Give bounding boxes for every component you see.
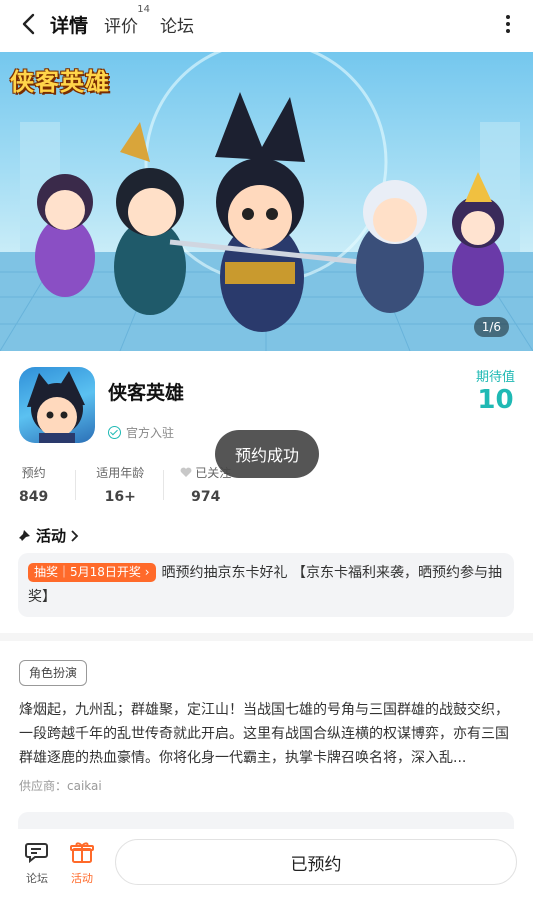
tab-reviews[interactable]: 评价 14: [104, 4, 150, 37]
section-divider: [0, 633, 533, 641]
supplier-info: 供应商：caikai: [19, 779, 102, 793]
tab-bar: 详情 评价 14 论坛: [50, 0, 210, 48]
official-verified: 官方入驻: [108, 424, 174, 441]
stat-value: 849: [19, 489, 49, 505]
more-options-icon[interactable]: [505, 14, 511, 34]
verified-check-icon: [108, 426, 121, 439]
stat-value: 16+: [104, 489, 136, 505]
forum-shortcut-label: 论坛: [26, 872, 48, 885]
tab-forum-label: 论坛: [160, 16, 195, 37]
app-stats: 预约 849 适用年龄 16+ 已关注 974: [19, 464, 247, 505]
stat-reservations: 预约 849: [19, 464, 77, 505]
activity-card[interactable]: 抽奖｜5月18日开奖 › 晒预约抽京东卡好礼 【京东卡福利来袭，晒预约参与抽奖】: [18, 553, 514, 617]
activity-title: 活动: [36, 527, 67, 545]
expectation-score: 期待值 10: [476, 366, 515, 415]
genre-tag[interactable]: 角色扮演: [19, 660, 88, 686]
stat-value: 974: [191, 489, 221, 505]
chevron-right-icon: [71, 529, 79, 542]
activity-header[interactable]: 活动: [18, 525, 79, 546]
back-arrow-icon[interactable]: [18, 12, 40, 36]
game-description[interactable]: 烽烟起，九州乱；群雄聚，定江山！当战国七雄的号角与三国群雄的战鼓交织，一段跨越千…: [19, 698, 515, 770]
tab-details-label: 详情: [50, 14, 89, 37]
stat-label: 适用年龄: [96, 466, 145, 480]
stat-age-rating: 适用年龄 16+: [76, 464, 165, 505]
activity-shortcut-label: 活动: [71, 872, 93, 885]
activity-shortcut[interactable]: 活动: [62, 841, 102, 886]
heart-icon: [180, 467, 192, 477]
game-banner[interactable]: 侠客英雄 1/6: [0, 52, 533, 351]
gift-icon: [70, 842, 94, 863]
stat-label: 预约: [21, 466, 46, 480]
banner-game-logo: 侠客英雄: [10, 68, 110, 96]
app-icon: [19, 367, 95, 443]
reserved-button[interactable]: 已预约: [115, 839, 517, 885]
banner-page-indicator: 1/6: [473, 317, 509, 337]
tab-reviews-label: 评价: [104, 16, 139, 37]
bottom-action-bar: 论坛 活动 已预约: [0, 829, 533, 914]
app-name: 侠客英雄: [108, 382, 185, 404]
tab-forum[interactable]: 论坛: [160, 12, 194, 37]
pin-icon: [18, 529, 30, 542]
reviews-count: 14: [137, 3, 151, 15]
lottery-badge: 抽奖｜5月18日开奖 ›: [28, 563, 156, 582]
expectation-value: 10: [477, 385, 514, 415]
expectation-label: 期待值: [475, 370, 515, 385]
forum-shortcut[interactable]: 论坛: [17, 841, 57, 886]
toast-message: 预约成功: [215, 430, 319, 478]
top-bar: 详情 评价 14 论坛: [0, 0, 533, 48]
tab-details[interactable]: 详情: [50, 11, 89, 41]
official-label: 官方入驻: [126, 426, 175, 440]
forum-chat-icon: [25, 843, 48, 864]
